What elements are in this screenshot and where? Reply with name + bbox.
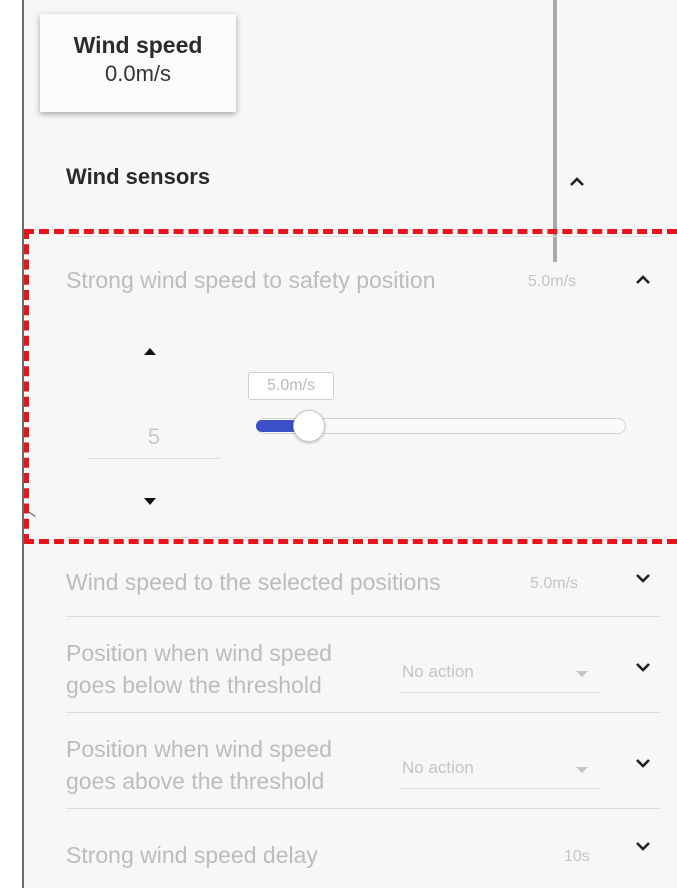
chevron-down-icon [636, 574, 650, 583]
caret-down-icon [576, 767, 588, 773]
expand-below-threshold-button[interactable] [632, 656, 654, 678]
below-threshold-select[interactable]: No action [400, 656, 600, 693]
highlight-dashed-box [24, 229, 677, 544]
chevron-down-icon [636, 759, 650, 768]
divider [66, 712, 660, 713]
wind-speed-card-value: 0.0m/s [104, 61, 172, 86]
annotation-pointer-line [553, 0, 557, 262]
divider [66, 537, 660, 538]
selected-positions-label: Wind speed to the selected positions [66, 569, 441, 595]
above-threshold-label-line1: Position when wind speed [66, 736, 332, 762]
chevron-down-icon [636, 663, 650, 672]
delay-value: 10s [564, 848, 590, 865]
caret-down-icon [576, 671, 588, 677]
collapse-wind-sensors-button[interactable] [566, 171, 588, 193]
expand-delay-button[interactable] [632, 835, 654, 857]
selected-positions-value: 5.0m/s [530, 575, 579, 592]
expand-above-threshold-button[interactable] [632, 752, 654, 774]
above-threshold-label-line2: goes above the threshold [66, 768, 325, 794]
chevron-up-icon [570, 177, 584, 186]
below-threshold-select-value: No action [402, 662, 474, 681]
delay-label: Strong wind speed delay [66, 842, 318, 868]
chevron-down-icon [636, 842, 650, 851]
wind-speed-card-title: Wind speed [73, 32, 203, 58]
divider [66, 808, 660, 809]
expand-selected-positions-button[interactable] [632, 567, 654, 589]
above-threshold-select-value: No action [402, 758, 474, 777]
below-threshold-label-line2: goes below the threshold [66, 672, 322, 698]
divider [66, 616, 660, 617]
below-threshold-label-line1: Position when wind speed [66, 640, 332, 666]
above-threshold-select[interactable]: No action [400, 752, 600, 789]
wind-sensors-title: Wind sensors [66, 164, 211, 189]
wind-speed-card: Wind speed 0.0m/s [40, 14, 236, 112]
